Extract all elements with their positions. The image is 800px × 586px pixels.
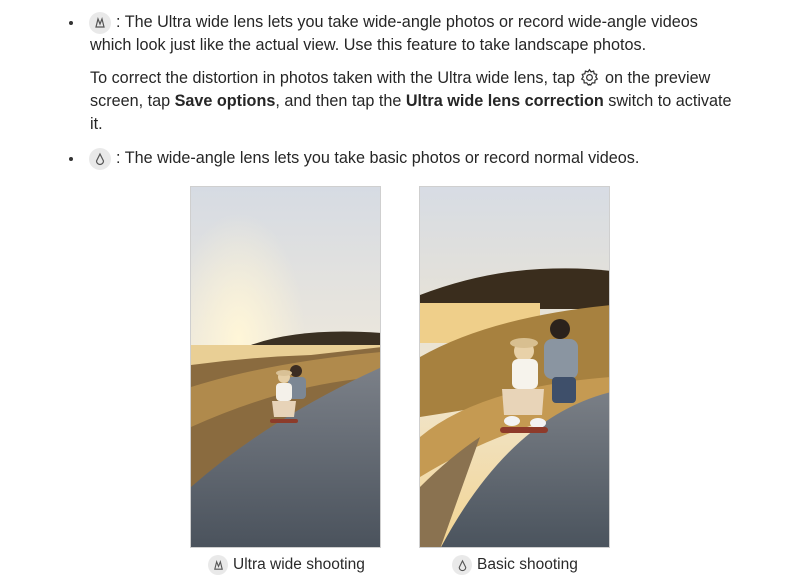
note-line1-before: To correct the distortion in photos take… [90, 69, 580, 87]
bullet-dot [69, 21, 73, 25]
note-line2-after: switch to activate [603, 92, 732, 110]
note-line2-middle: , and then tap the [275, 92, 406, 110]
note-line3: it. [90, 115, 103, 133]
ultra-wide-correction-label: Ultra wide lens correction [405, 92, 604, 110]
note-line1-after: on the preview [600, 69, 711, 87]
wide-line1: : The wide-angle lens lets you take basi… [116, 149, 640, 167]
settings-gear-icon [581, 68, 599, 86]
bullet-dot [69, 157, 73, 161]
ultra-wide-line2: which look just like the actual view. Us… [90, 36, 647, 54]
wide-description: : The wide-angle lens lets you take basi… [90, 147, 740, 170]
ultra-wide-caption-label: Ultra wide shooting [233, 556, 365, 573]
ultra-wide-lens-icon [208, 555, 228, 575]
note-line2-before: screen, tap [90, 92, 175, 110]
ultra-wide-line1: : The Ultra wide lens lets you take wide… [116, 13, 698, 31]
wide-lens-icon [452, 555, 472, 575]
basic-caption: Basic shooting [452, 552, 578, 578]
basic-caption-label: Basic shooting [477, 556, 578, 573]
correction-note: To correct the distortion in photos take… [90, 67, 740, 136]
save-options-label: Save options [174, 92, 276, 110]
ultra-wide-description: : The Ultra wide lens lets you take wide… [90, 11, 740, 57]
basic-photo [419, 186, 610, 548]
ultra-wide-photo [190, 186, 381, 548]
ultra-wide-caption: Ultra wide shooting [208, 552, 365, 578]
